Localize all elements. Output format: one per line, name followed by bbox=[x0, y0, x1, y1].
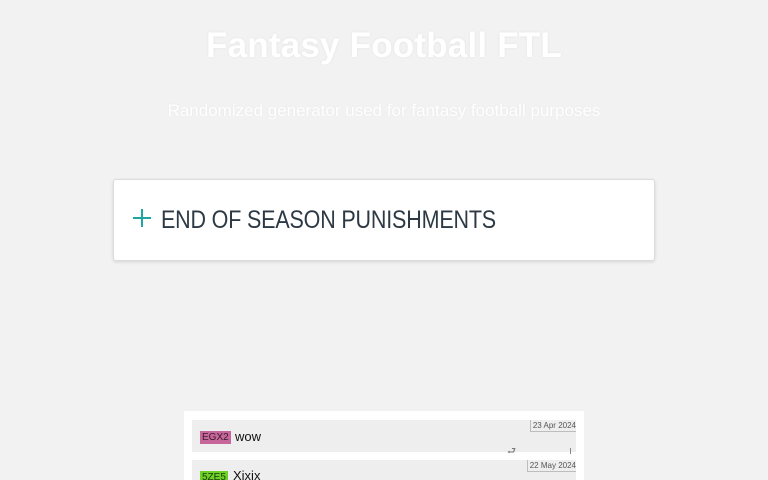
page-title: Fantasy Football FTL bbox=[206, 26, 562, 65]
reply-icon[interactable]: ⮐ bbox=[507, 447, 516, 457]
accordion-label: END OF SEASON PUNISHMENTS bbox=[161, 206, 496, 234]
plus-icon[interactable] bbox=[133, 209, 151, 227]
more-icon[interactable] bbox=[570, 448, 572, 454]
message-text: Xixix bbox=[233, 468, 261, 480]
chat-message: EGX2 wow 23 Apr 2024 ⮐ bbox=[192, 420, 576, 457]
message-date: 22 May 2024 bbox=[526, 460, 576, 472]
page-subtitle: Randomized generator used for fantasy fo… bbox=[167, 101, 601, 120]
user-tag: 5ZE5 bbox=[200, 471, 228, 480]
message-text: wow bbox=[235, 429, 262, 444]
user-tag: EGX2 bbox=[200, 431, 231, 444]
punishments-accordion[interactable]: END OF SEASON PUNISHMENTS bbox=[113, 179, 655, 261]
message-date: 23 Apr 2024 bbox=[529, 420, 576, 432]
chat-message: 5ZE5 Xixix 22 May 2024 bbox=[192, 460, 576, 480]
chat-widget: EGX2 wow 23 Apr 2024 ⮐ 5ZE5 Xixix 22 May… bbox=[184, 411, 584, 480]
